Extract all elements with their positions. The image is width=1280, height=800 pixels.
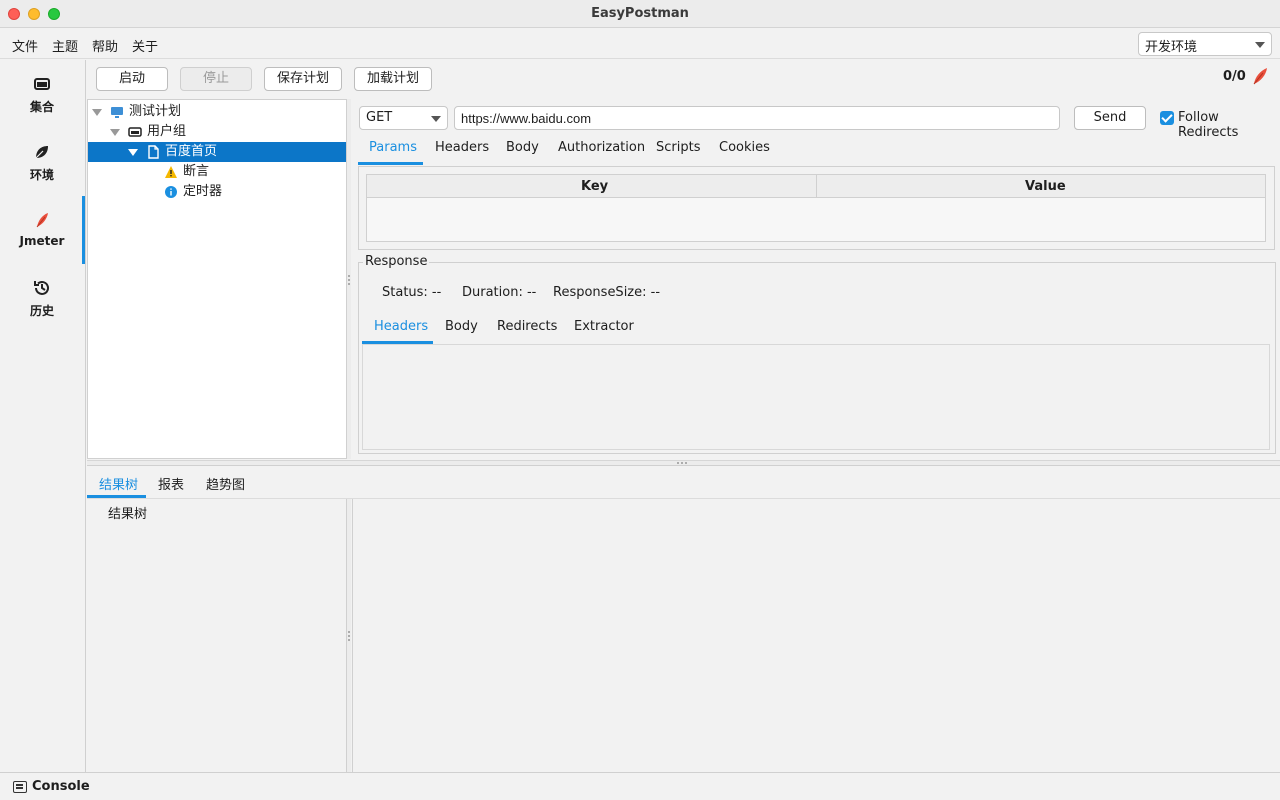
result-detail	[352, 499, 1280, 772]
file-icon	[148, 145, 159, 159]
response-tab-headers[interactable]: Headers	[374, 319, 428, 334]
sidebar-item-label: 历史	[29, 304, 54, 318]
title-bar: EasyPostman	[0, 0, 1280, 28]
tab-authorization[interactable]: Authorization	[558, 140, 645, 155]
splitter-grip	[681, 462, 683, 464]
url-input[interactable]	[454, 106, 1060, 130]
panel-splitter[interactable]	[347, 99, 351, 459]
menu-about[interactable]: 关于	[132, 36, 158, 55]
environment-select[interactable]: 开发环境	[1138, 32, 1272, 56]
chevron-down-icon[interactable]	[92, 109, 102, 116]
results-tab-trend[interactable]: 趋势图	[206, 474, 245, 493]
response-content	[362, 344, 1270, 450]
warning-icon	[165, 166, 177, 178]
menu-theme[interactable]: 主题	[52, 36, 78, 55]
chevron-down-icon	[1255, 42, 1265, 48]
history-icon	[34, 280, 49, 295]
active-tab-indicator	[358, 162, 423, 165]
sidebar: 集合 环境 Jmeter 历史	[0, 60, 86, 772]
environment-select-value: 开发环境	[1145, 40, 1198, 55]
response-legend: Response	[363, 254, 430, 269]
column-header-key: Key	[581, 179, 609, 194]
tree-node-baidu-home[interactable]: 百度首页	[88, 142, 346, 162]
response-tab-extractor[interactable]: Extractor	[574, 319, 634, 334]
collection-icon	[34, 78, 50, 90]
response-status: Status: --	[382, 285, 442, 300]
feather-icon	[1253, 68, 1267, 85]
group-icon	[128, 127, 142, 137]
start-button[interactable]: 启动	[96, 67, 168, 91]
test-plan-tree: 测试计划 用户组 百度首页 断言 定时器	[87, 99, 347, 459]
tree-node-test-plan[interactable]: 测试计划	[88, 102, 346, 122]
tab-params[interactable]: Params	[369, 140, 417, 155]
column-divider	[816, 175, 817, 197]
splitter-grip	[348, 635, 350, 637]
tree-node-label: 断言	[183, 164, 210, 179]
tree-node-user-group[interactable]: 用户组	[88, 122, 346, 142]
monitor-icon	[111, 107, 123, 118]
splitter-grip	[677, 462, 679, 464]
menu-help[interactable]: 帮助	[92, 36, 118, 55]
response-tab-redirects[interactable]: Redirects	[497, 319, 557, 334]
results-splitter[interactable]	[347, 499, 351, 772]
follow-redirects-checkbox[interactable]	[1160, 111, 1174, 125]
feather-icon	[36, 213, 48, 228]
splitter-grip	[348, 631, 350, 633]
params-table-header: Key Value	[366, 174, 1266, 198]
splitter-grip	[348, 639, 350, 641]
window-title: EasyPostman	[591, 6, 689, 21]
tab-cookies[interactable]: Cookies	[719, 140, 770, 155]
menu-file[interactable]: 文件	[12, 36, 38, 55]
stop-button[interactable]: 停止	[180, 67, 252, 91]
console-button[interactable]: Console	[32, 779, 90, 794]
chevron-down-icon[interactable]	[110, 129, 120, 136]
result-tree-root[interactable]: 结果树	[108, 503, 147, 522]
results-tab-report[interactable]: 报表	[158, 474, 184, 493]
sidebar-item-history[interactable]: 历史	[0, 266, 84, 330]
sidebar-active-indicator	[82, 196, 85, 264]
sidebar-item-environments[interactable]: 环境	[0, 130, 84, 194]
response-tab-body[interactable]: Body	[445, 319, 478, 334]
splitter-grip	[348, 283, 350, 285]
splitter-grip	[348, 275, 350, 277]
splitter-grip	[348, 279, 350, 281]
sidebar-item-label: Jmeter	[19, 234, 65, 248]
chevron-down-icon[interactable]	[128, 149, 138, 156]
save-plan-button[interactable]: 保存计划	[264, 67, 342, 91]
chevron-down-icon	[431, 116, 441, 122]
follow-redirects-label: Follow Redirects	[1178, 110, 1239, 140]
column-header-value: Value	[1025, 179, 1066, 194]
tree-node-assertion[interactable]: 断言	[88, 162, 346, 182]
tree-node-label: 定时器	[183, 184, 223, 199]
tree-node-label: 用户组	[147, 124, 187, 139]
results-tab-tree[interactable]: 结果树	[99, 474, 138, 493]
load-plan-button[interactable]: 加载计划	[354, 67, 432, 91]
tree-node-timer[interactable]: 定时器	[88, 182, 346, 202]
menu-bar: 文件 主题 帮助 关于 开发环境	[0, 29, 1280, 59]
tree-node-label: 百度首页	[165, 144, 218, 159]
sidebar-item-label: 环境	[29, 168, 54, 182]
result-tree: 结果树	[87, 499, 347, 772]
run-counter: 0/0	[1223, 69, 1246, 84]
info-icon	[165, 186, 177, 198]
http-method-value: GET	[366, 110, 393, 125]
tab-headers[interactable]: Headers	[435, 140, 489, 155]
tree-node-label: 测试计划	[129, 104, 182, 119]
response-size: ResponseSize: --	[553, 285, 661, 300]
leaf-icon	[35, 146, 48, 159]
tab-scripts[interactable]: Scripts	[656, 140, 700, 155]
console-icon[interactable]	[13, 781, 27, 793]
status-bar: Console	[0, 772, 1280, 800]
http-method-select[interactable]: GET	[359, 106, 448, 130]
params-table-body[interactable]	[366, 198, 1266, 242]
sidebar-item-label: 集合	[29, 100, 54, 114]
sidebar-item-jmeter[interactable]: Jmeter	[0, 198, 84, 262]
send-button[interactable]: Send	[1074, 106, 1146, 130]
splitter-grip	[685, 462, 687, 464]
response-duration: Duration: --	[462, 285, 537, 300]
tab-body[interactable]: Body	[506, 140, 539, 155]
sidebar-item-collections[interactable]: 集合	[0, 62, 84, 126]
